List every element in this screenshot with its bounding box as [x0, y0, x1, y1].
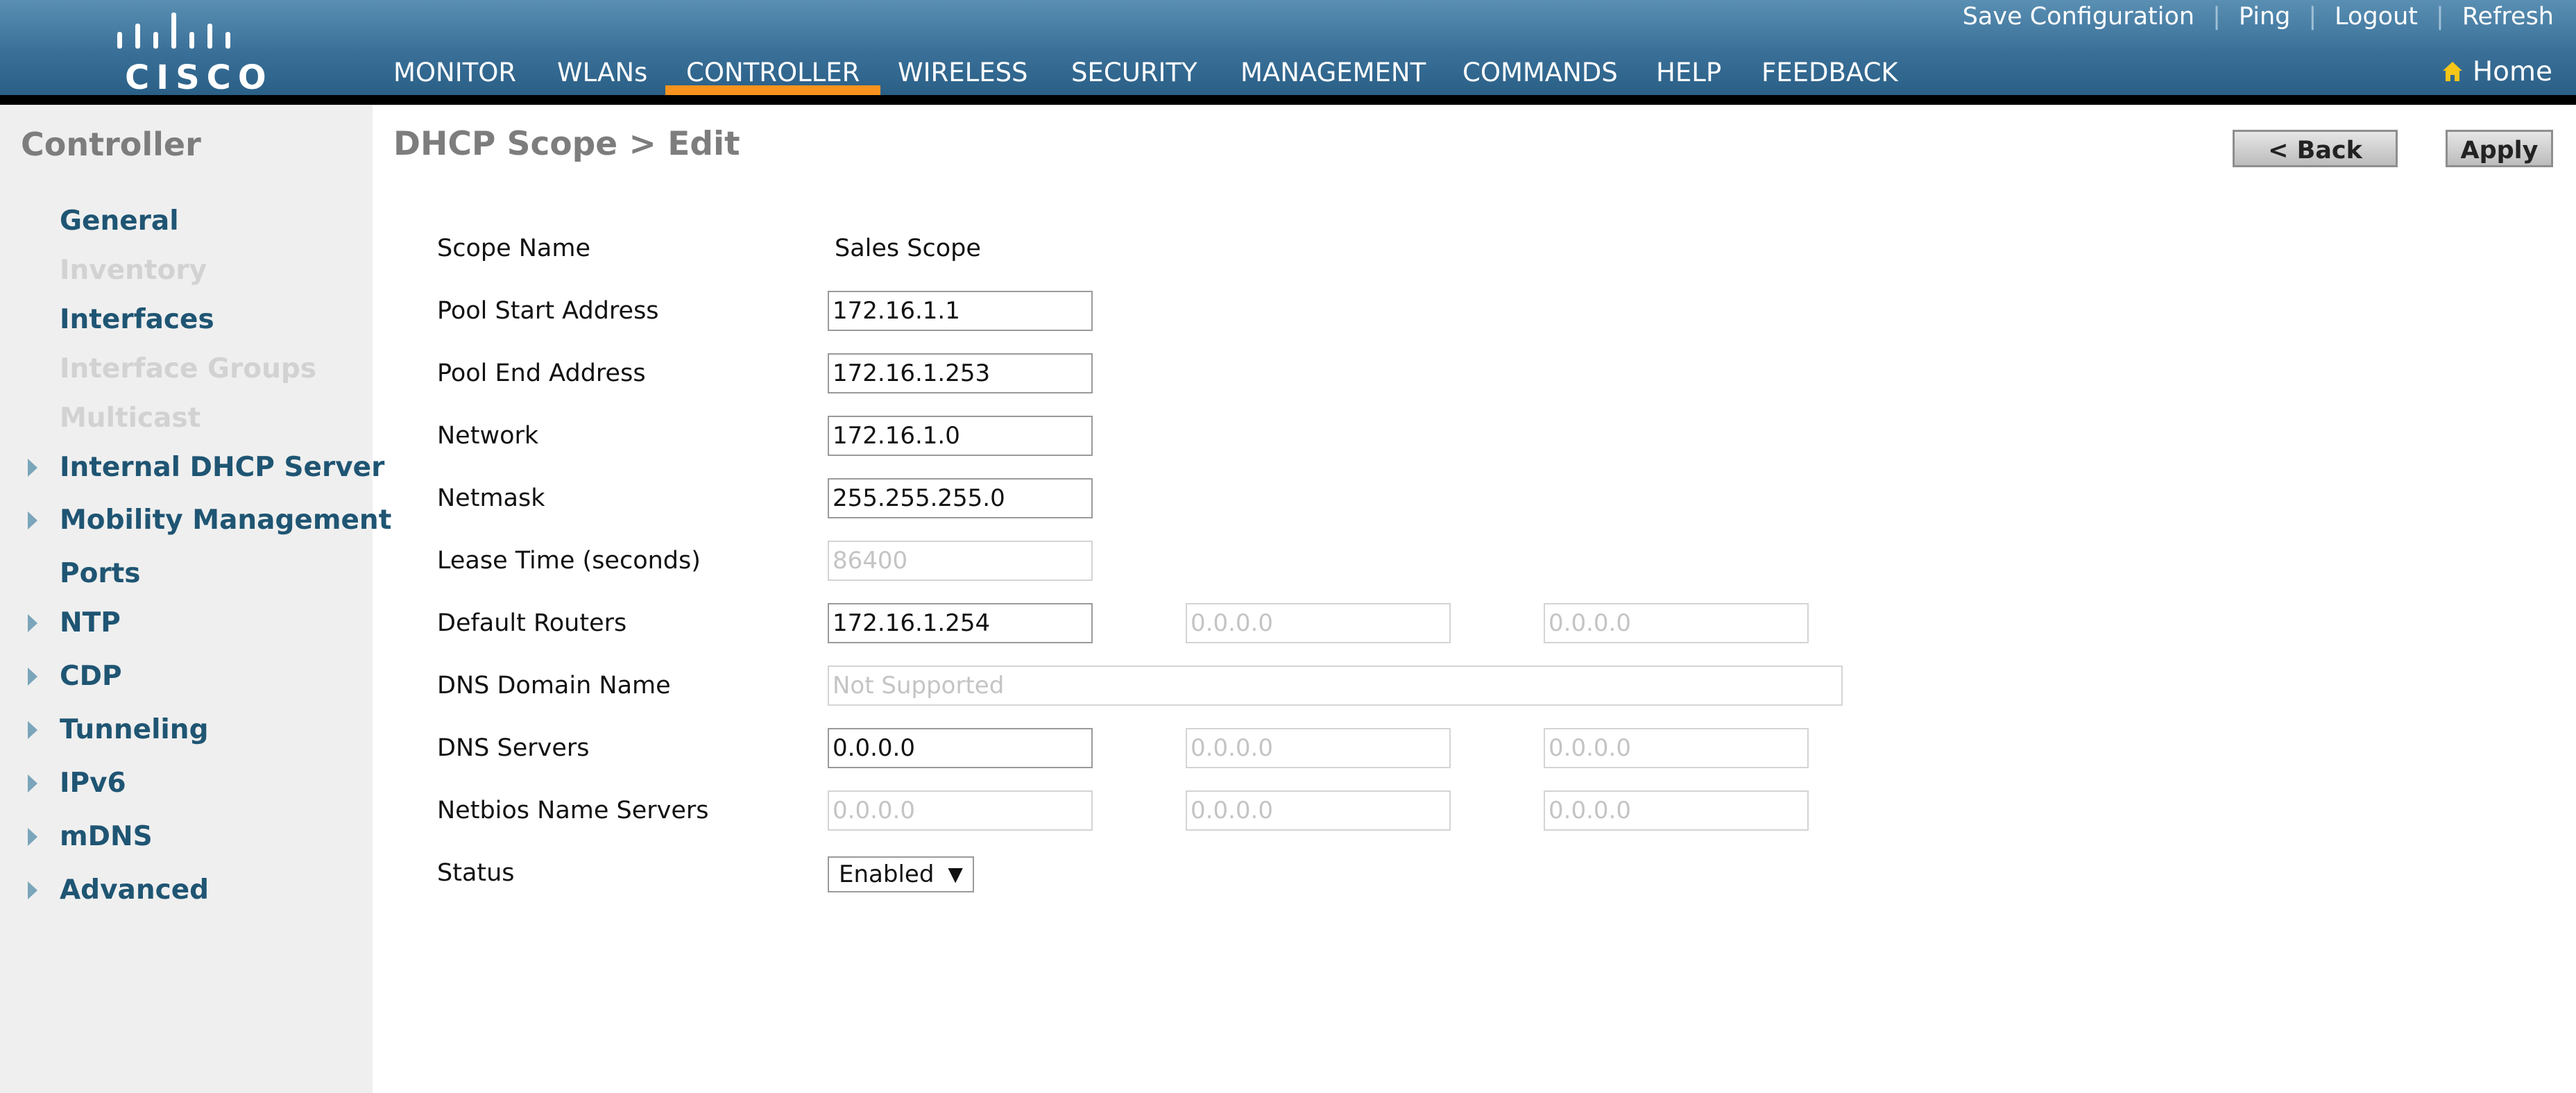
nav-wlans[interactable]: WLANs [557, 56, 647, 95]
lease-time-label: Lease Time (seconds) [437, 547, 701, 575]
sidebar-item-ports[interactable]: Ports [60, 553, 140, 595]
sidebar-item-ipv6[interactable]: IPv6 [28, 763, 126, 804]
pool-start-label: Pool Start Address [437, 297, 659, 325]
nav-commands[interactable]: COMMANDS [1462, 56, 1618, 95]
sidebar-item-label: Tunneling [60, 714, 209, 745]
pool-end-input[interactable] [828, 353, 1093, 393]
sidebar-item-mdns[interactable]: mDNS [28, 816, 153, 858]
expand-arrow-icon[interactable] [28, 614, 37, 632]
dns-server-1-input[interactable] [828, 728, 1093, 768]
sidebar-item-interfaces[interactable]: Interfaces [60, 299, 214, 341]
ping-link[interactable]: Ping [2239, 3, 2290, 31]
cisco-logo: CISCO [111, 7, 266, 97]
expand-arrow-icon[interactable] [28, 459, 37, 477]
nav-management[interactable]: MANAGEMENT [1240, 56, 1426, 95]
pool-end-label: Pool End Address [437, 359, 646, 387]
sidebar-item-ntp[interactable]: NTP [28, 602, 121, 644]
lease-time-input [828, 541, 1093, 581]
separator: | [2308, 3, 2317, 31]
nav-wireless[interactable]: WIRELESS [898, 56, 1028, 95]
netbios-server-3-input [1544, 790, 1809, 831]
sidebar-item-label: NTP [60, 607, 121, 638]
default-router-1-input[interactable] [828, 603, 1093, 643]
sidebar-item-cdp[interactable]: CDP [28, 656, 122, 697]
separator: | [2212, 3, 2221, 31]
sidebar-item-mobility-management[interactable]: Mobility Management [28, 500, 392, 541]
apply-button[interactable]: Apply [2446, 130, 2553, 167]
back-button[interactable]: < Back [2233, 130, 2398, 167]
pool-start-input[interactable] [828, 291, 1093, 331]
nav-monitor[interactable]: MONITOR [393, 56, 516, 95]
brand-wordmark: CISCO [125, 58, 273, 97]
network-label: Network [437, 422, 539, 450]
netmask-label: Netmask [437, 484, 545, 512]
header-divider [0, 95, 2576, 105]
network-input[interactable] [828, 416, 1093, 456]
sidebar-item-label: Internal DHCP Server [60, 452, 385, 483]
netbios-server-2-input [1186, 790, 1451, 831]
sidebar-item-label: Advanced [60, 874, 210, 906]
home-icon [2442, 62, 2462, 81]
sidebar-item-label: mDNS [60, 821, 153, 852]
netmask-input[interactable] [828, 478, 1093, 518]
sidebar-title: Controller [21, 126, 201, 163]
active-tab-indicator [665, 85, 881, 95]
scope-name-label: Scope Name [437, 235, 591, 262]
save-configuration-link[interactable]: Save Configuration [1963, 3, 2194, 31]
nav-help[interactable]: HELP [1656, 56, 1721, 95]
default-router-3-input [1544, 603, 1809, 643]
status-select[interactable]: Enabled ▼ [828, 856, 974, 892]
home-link[interactable]: Home [2441, 54, 2552, 89]
separator: | [2436, 3, 2444, 31]
dns-domain-input [828, 666, 1843, 706]
expand-arrow-icon[interactable] [28, 774, 37, 793]
status-label: Status [437, 859, 515, 887]
sidebar-item-label: IPv6 [60, 768, 126, 799]
expand-arrow-icon[interactable] [28, 511, 37, 529]
sidebar: Controller General Inventory Interfaces … [0, 105, 391, 1093]
dns-server-3-input [1544, 728, 1809, 768]
default-router-2-input [1186, 603, 1451, 643]
sidebar-item-multicast: Multicast [60, 403, 201, 434]
sidebar-item-label: CDP [60, 661, 122, 692]
nav-feedback[interactable]: FEEDBACK [1762, 56, 1898, 95]
cisco-bars-icon [117, 12, 230, 49]
sidebar-item-advanced[interactable]: Advanced [28, 870, 210, 911]
expand-arrow-icon[interactable] [28, 881, 37, 899]
logout-link[interactable]: Logout [2335, 3, 2418, 31]
sidebar-item-general[interactable]: General [60, 201, 179, 242]
scope-name-value: Sales Scope [835, 235, 981, 262]
dns-domain-label: DNS Domain Name [437, 672, 671, 700]
refresh-link[interactable]: Refresh [2462, 3, 2554, 31]
netbios-server-1-input [828, 790, 1093, 831]
nav-security[interactable]: SECURITY [1071, 56, 1197, 95]
dns-server-2-input [1186, 728, 1451, 768]
sidebar-item-interface-groups: Interface Groups [60, 353, 316, 384]
page-title: DHCP Scope > Edit [393, 125, 740, 163]
expand-arrow-icon[interactable] [28, 721, 37, 739]
dns-servers-label: DNS Servers [437, 734, 590, 762]
nav-controller[interactable]: CONTROLLER [665, 56, 881, 95]
top-links: Save Configuration | Ping | Logout | Ref… [1963, 1, 2554, 32]
sidebar-item-tunneling[interactable]: Tunneling [28, 709, 209, 751]
sidebar-item-label: Mobility Management [60, 505, 392, 536]
sidebar-item-inventory: Inventory [60, 255, 207, 286]
expand-arrow-icon[interactable] [28, 828, 37, 846]
nav-controller-label: CONTROLLER [686, 58, 860, 87]
top-header: CISCO Save Configuration | Ping | Logout… [0, 0, 2576, 97]
default-routers-label: Default Routers [437, 609, 627, 637]
expand-arrow-icon[interactable] [28, 668, 37, 686]
sidebar-item-internal-dhcp-server[interactable]: Internal DHCP Server [28, 447, 385, 489]
home-label: Home [2472, 56, 2552, 87]
status-select-value: Enabled [839, 861, 935, 888]
dropdown-caret-icon: ▼ [948, 863, 963, 886]
netbios-label: Netbios Name Servers [437, 797, 709, 824]
